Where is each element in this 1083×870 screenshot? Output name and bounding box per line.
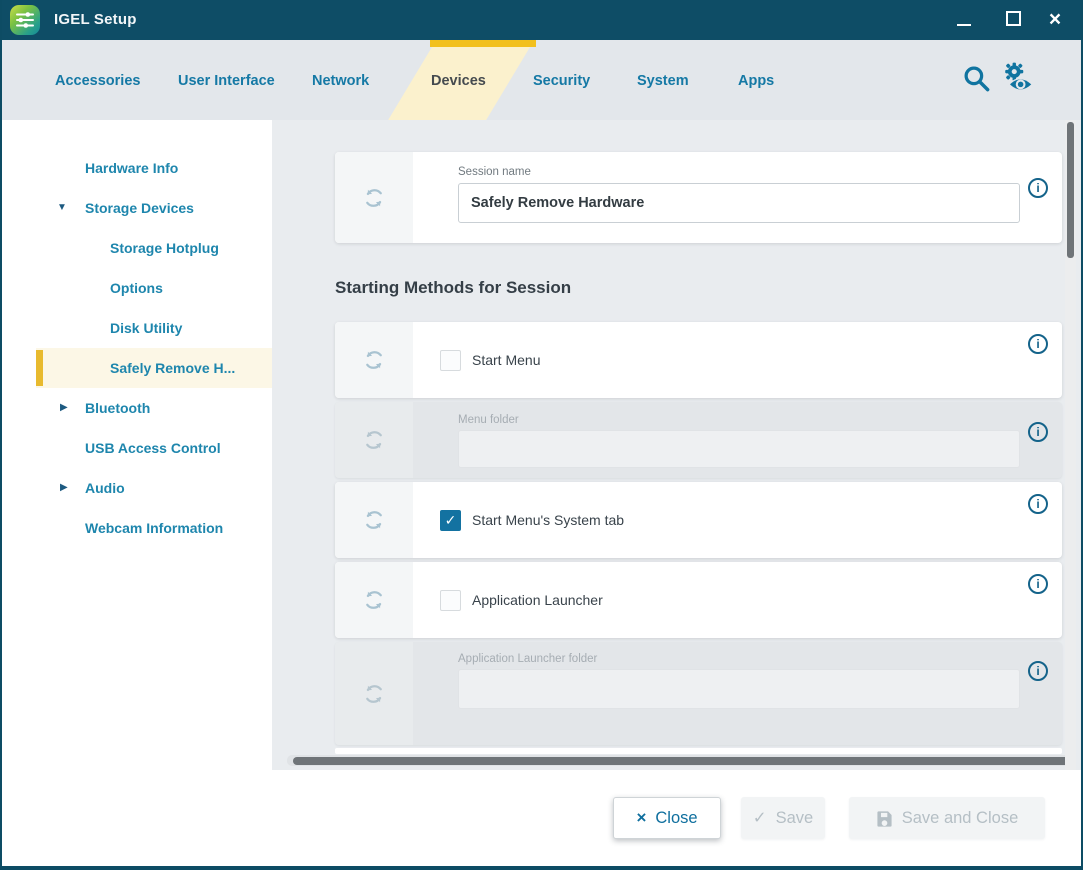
sidebar-item-safely-remove-hardware[interactable]: Safely Remove H... [36,348,272,388]
footer-bar: × Close ✓ Save Save and Close [0,770,1083,870]
info-icon[interactable]: i [1028,178,1048,198]
refresh-icon[interactable] [361,185,387,211]
start-menu-row: Start Menu i [335,322,1062,398]
close-x-icon: × [636,808,646,828]
selected-item-bar [36,350,43,386]
info-icon[interactable]: i [1028,661,1048,681]
param-reset-panel [335,402,413,478]
igel-setup-window: IGEL Setup × Accessories User Interface … [0,0,1083,870]
refresh-icon[interactable] [361,587,387,613]
tab-network[interactable]: Network [312,71,369,91]
check-icon: ✓ [445,512,457,529]
info-icon[interactable]: i [1028,494,1048,514]
tab-apps[interactable]: Apps [738,71,774,91]
minimize-button[interactable] [948,0,980,40]
sidebar-item-options[interactable]: Options [0,268,272,308]
sidebar-item-label: Storage Hotplug [110,240,219,256]
sidebar-item-bluetooth[interactable]: ▶ Bluetooth [0,388,272,428]
active-tab-top-bar [430,40,536,47]
menu-folder-input[interactable] [458,430,1020,468]
session-name-input[interactable] [458,183,1020,223]
application-launcher-folder-input[interactable] [458,669,1020,709]
igel-logo-icon [10,5,40,35]
minimize-icon [957,24,971,26]
caret-down-icon[interactable]: ▼ [57,188,67,228]
param-reset-panel [335,322,413,398]
menu-folder-row: Menu folder i [335,402,1062,478]
search-icon[interactable] [962,63,992,95]
param-reset-panel [335,482,413,558]
param-reset-panel [335,152,413,243]
tab-user-interface[interactable]: User Interface [178,71,275,91]
settings-visibility-icon[interactable] [1000,61,1037,95]
param-reset-panel [335,562,413,638]
save-and-close-button[interactable]: Save and Close [849,797,1045,839]
sidebar-item-label: Bluetooth [85,400,150,416]
info-icon[interactable]: i [1028,422,1048,442]
main-tab-bar: Accessories User Interface Network Devic… [0,40,1083,120]
sidebar-item-hardware-info[interactable]: Hardware Info [0,148,272,188]
application-launcher-row: Application Launcher i [335,562,1062,638]
section-heading: Starting Methods for Session [335,278,571,298]
sidebar-item-label: Storage Devices [85,200,194,216]
save-and-close-button-label: Save and Close [902,809,1019,828]
sidebar-item-usb-access-control[interactable]: USB Access Control [0,428,272,468]
refresh-icon[interactable] [361,347,387,373]
checkbox-label: Application Launcher [472,592,603,608]
close-button[interactable]: × Close [613,797,721,839]
caret-right-icon[interactable]: ▶ [60,468,68,508]
menu-folder-label: Menu folder [458,414,519,426]
close-button-label: Close [655,809,697,828]
maximize-icon [1006,11,1021,26]
save-disk-icon [876,810,893,827]
refresh-icon[interactable] [361,681,387,707]
check-icon: ✓ [753,808,767,828]
tab-security[interactable]: Security [533,71,590,91]
sidebar-item-label: Audio [85,480,125,496]
sidebar-item-storage-hotplug[interactable]: Storage Hotplug [0,228,272,268]
sidebar-item-audio[interactable]: ▶ Audio [0,468,272,508]
horizontal-scrollbar-thumb[interactable] [293,757,1072,765]
window-title: IGEL Setup [54,0,137,40]
application-launcher-folder-row: Application Launcher folder i [335,642,1062,745]
application-launcher-checkbox[interactable] [440,590,461,611]
tab-system[interactable]: System [637,71,689,91]
close-window-button[interactable]: × [1038,0,1072,40]
maximize-button[interactable] [998,0,1028,40]
refresh-icon[interactable] [361,507,387,533]
application-launcher-folder-label: Application Launcher folder [458,653,597,665]
checkbox-label: Start Menu [472,352,540,368]
start-menu-checkbox[interactable] [440,350,461,371]
save-button-label: Save [776,809,814,828]
sidebar-item-label: Safely Remove H... [110,360,235,376]
info-icon[interactable]: i [1028,334,1048,354]
refresh-icon[interactable] [361,427,387,453]
session-name-row: Session name i [335,152,1062,243]
sidebar-item-label: Disk Utility [110,320,182,336]
param-reset-panel [335,642,413,745]
sidebar-item-label: Webcam Information [85,520,223,536]
vertical-scrollbar-thumb[interactable] [1067,122,1074,258]
save-button[interactable]: ✓ Save [741,797,825,839]
sidebar-item-label: Options [110,280,163,296]
caret-right-icon[interactable]: ▶ [60,388,68,428]
system-tab-checkbox[interactable]: ✓ [440,510,461,531]
start-menu-system-tab-row: ✓ Start Menu's System tab i [335,482,1062,558]
checkbox-label: Start Menu's System tab [472,512,624,528]
tab-accessories[interactable]: Accessories [55,71,140,91]
session-name-label: Session name [458,166,531,178]
sidebar-item-label: USB Access Control [85,440,221,456]
info-icon[interactable]: i [1028,574,1048,594]
sidebar-item-storage-devices[interactable]: ▼ Storage Devices [0,188,272,228]
title-bar: IGEL Setup × [0,0,1083,40]
sidebar-item-webcam-information[interactable]: Webcam Information [0,508,272,548]
next-row-partial [335,748,1062,754]
sidebar-item-label: Hardware Info [85,160,178,176]
sidebar-item-disk-utility[interactable]: Disk Utility [0,308,272,348]
tab-devices[interactable]: Devices [431,71,486,91]
settings-tree-sidebar: Hardware Info ▼ Storage Devices Storage H… [0,120,272,770]
